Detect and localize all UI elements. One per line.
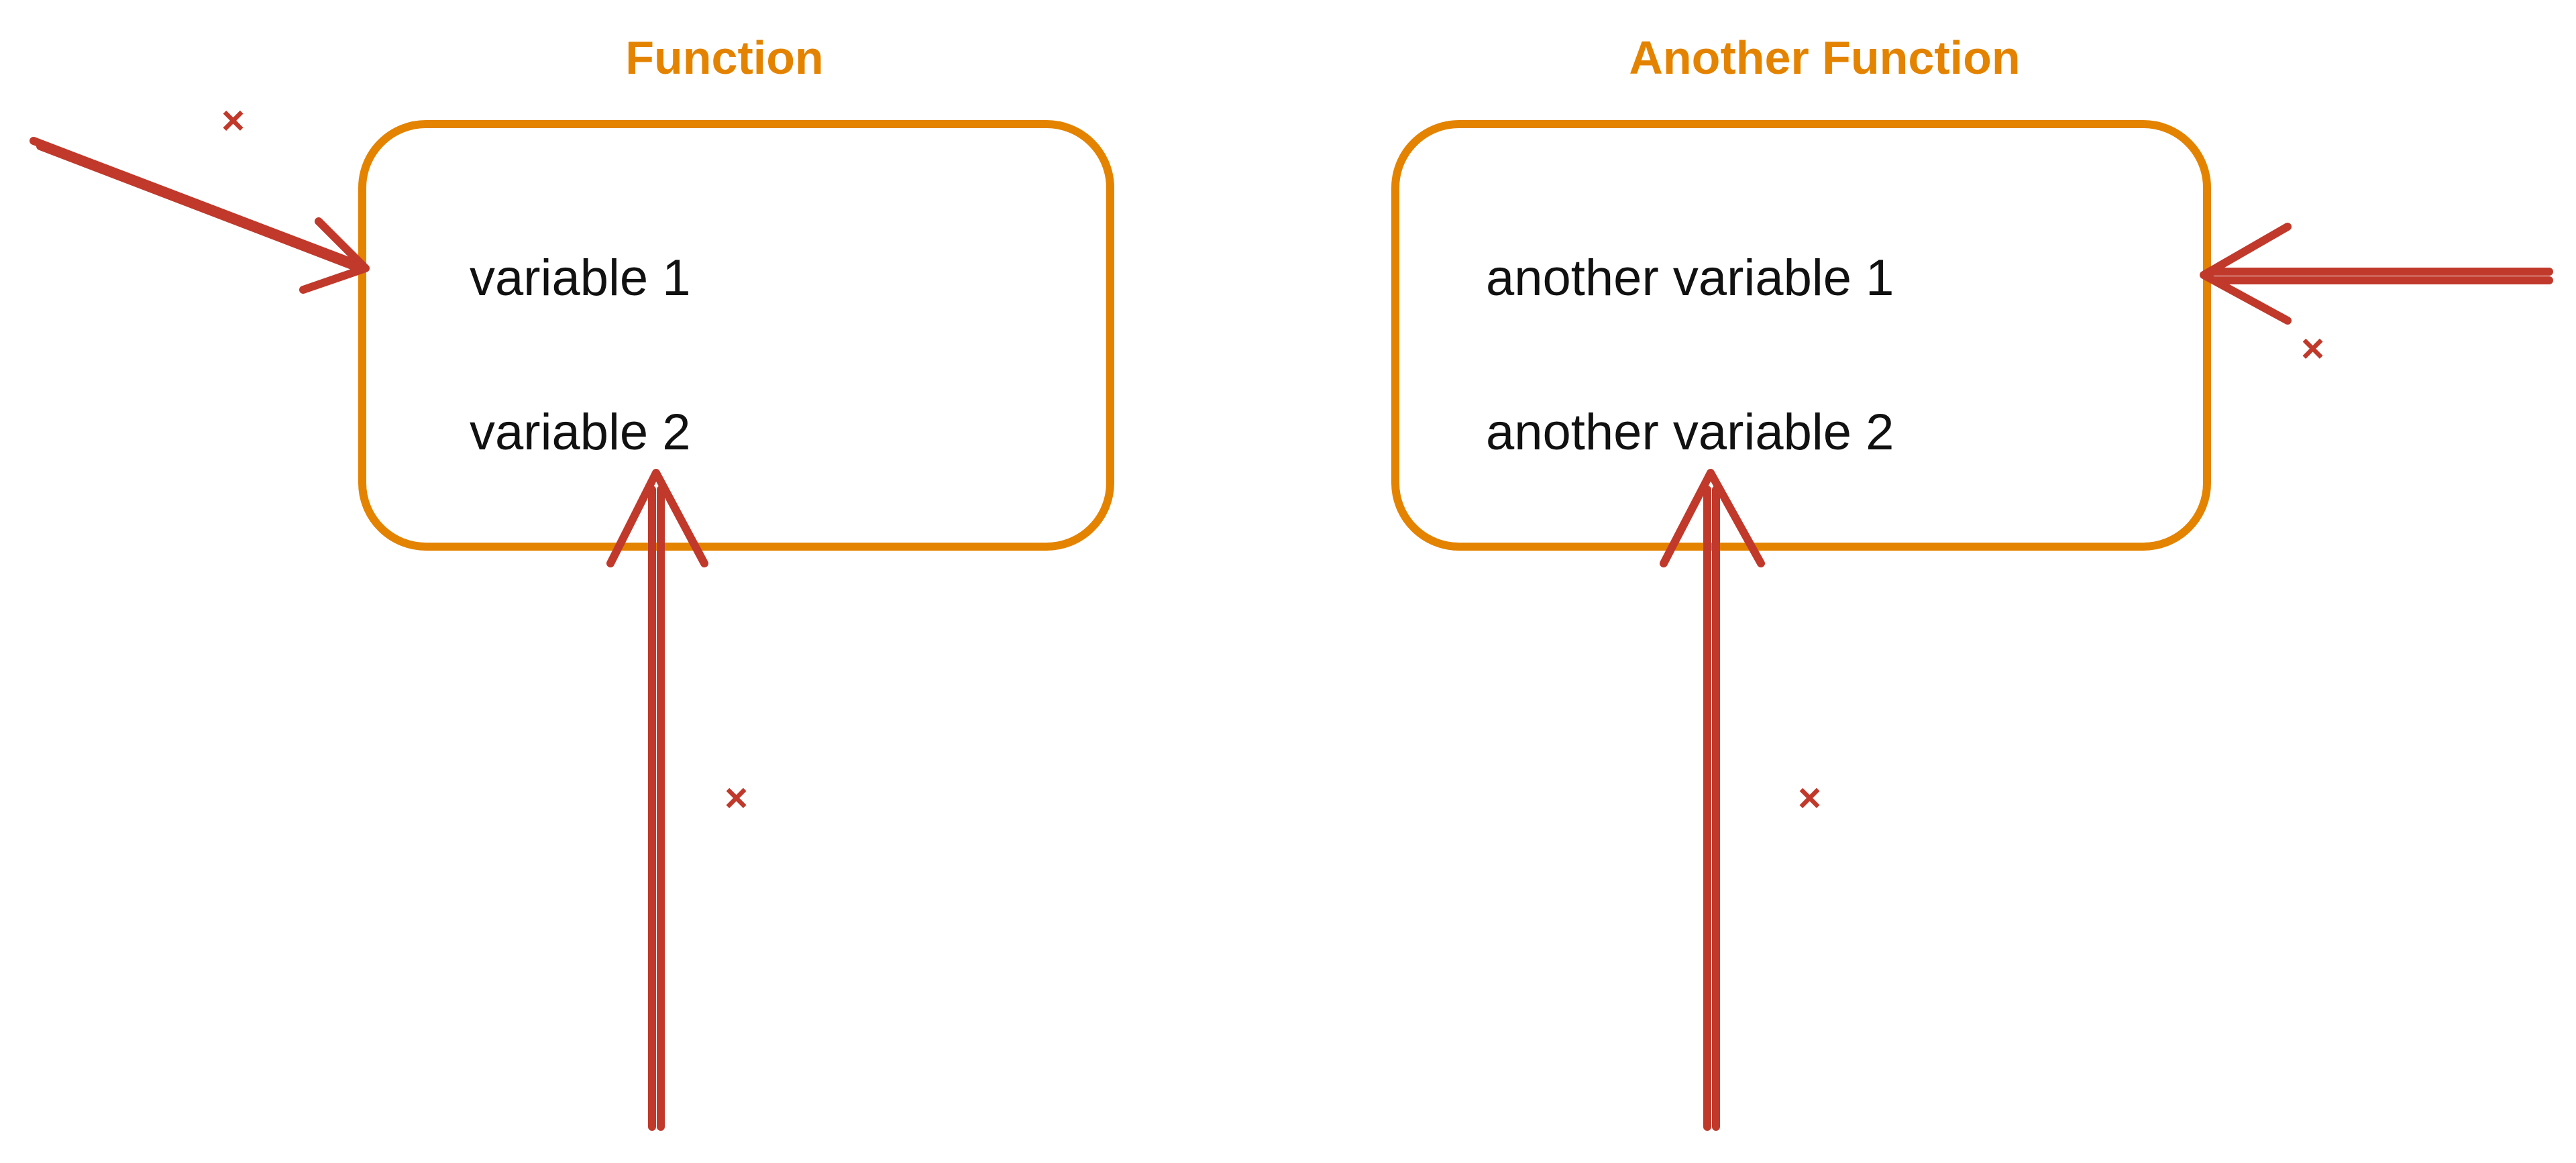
left-function-box xyxy=(362,124,1110,547)
diagram-canvas: Function variable 1 variable 2 × × Anoth… xyxy=(0,0,2576,1163)
left-variable-2: variable 2 xyxy=(470,404,691,461)
left-variable-1: variable 1 xyxy=(470,250,691,307)
right-variable-1: another variable 1 xyxy=(1486,250,1894,307)
right-title: Another Function xyxy=(1629,32,2020,84)
right-variable-2: another variable 2 xyxy=(1486,404,1894,461)
right-arrow-to-var2 xyxy=(1664,473,1761,1127)
left-arrow-to-var2 xyxy=(610,473,704,1127)
right-x-mark-2: × xyxy=(1798,775,1821,820)
right-arrow-to-var1 xyxy=(2204,227,2549,321)
left-x-mark-2: × xyxy=(724,775,748,820)
left-arrow-to-var1 xyxy=(34,141,366,290)
right-x-mark-1: × xyxy=(2301,326,2324,371)
right-function-box xyxy=(1395,124,2207,547)
left-title: Function xyxy=(625,32,823,84)
left-x-mark-1: × xyxy=(221,98,245,143)
